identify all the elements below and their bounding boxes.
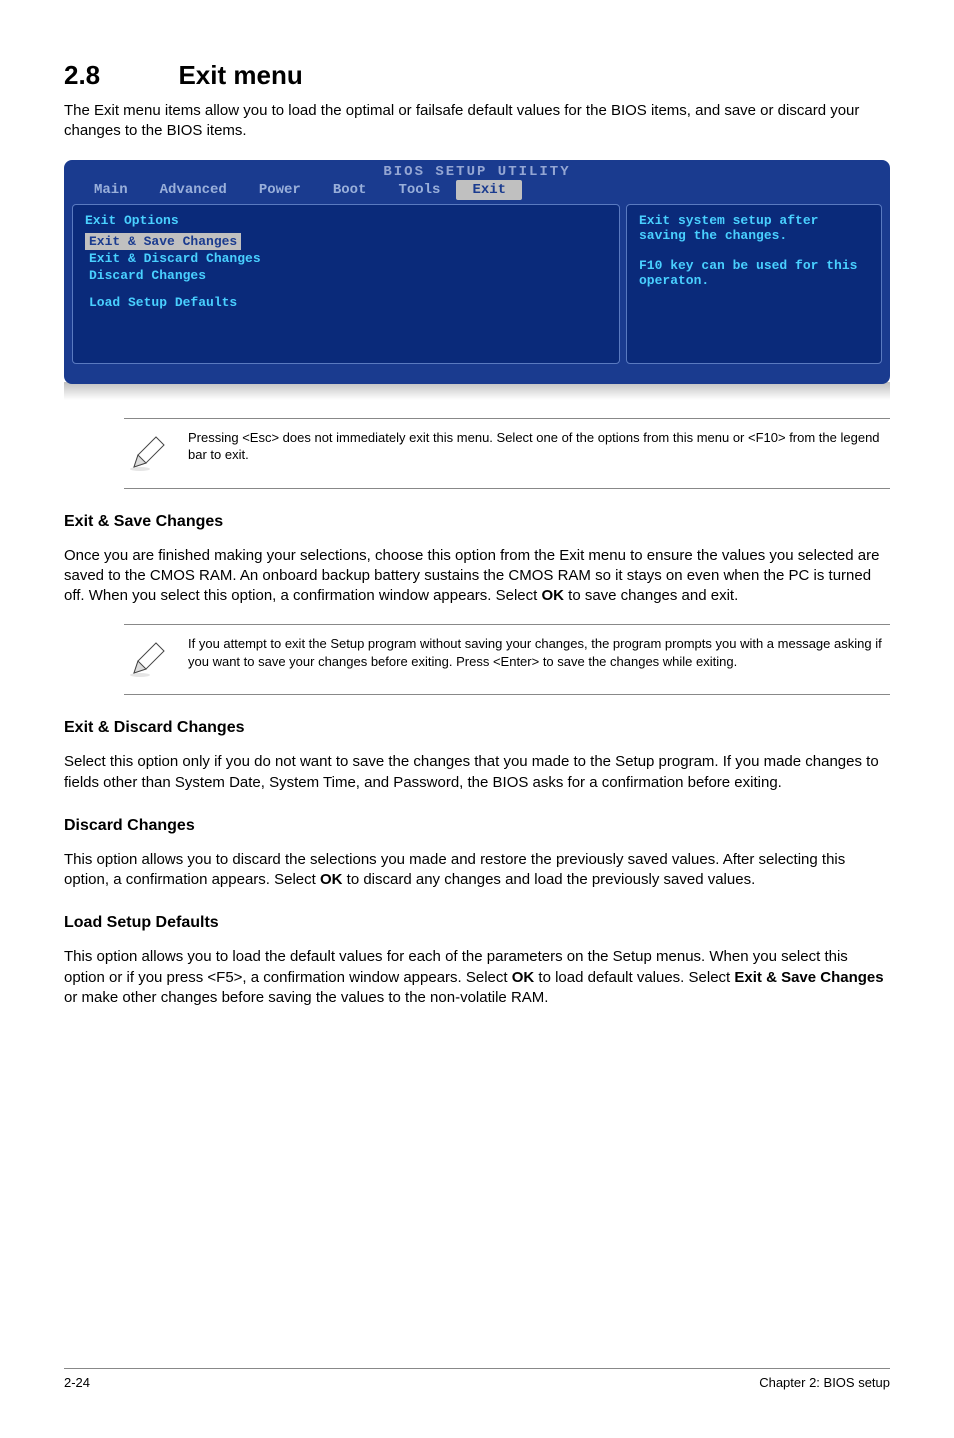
- heading-load-defaults: Load Setup Defaults: [64, 914, 890, 932]
- bios-help-panel: Exit system setup after saving the chang…: [626, 204, 882, 364]
- pencil-icon: [128, 639, 172, 684]
- note-box-1: Pressing <Esc> does not immediately exit…: [124, 418, 890, 489]
- bios-item-discard-exit: Exit & Discard Changes: [85, 250, 607, 267]
- body-exit-save: Once you are finished making your select…: [64, 546, 890, 607]
- bios-tab-boot: Boot: [317, 180, 383, 200]
- bios-item-save: Exit & Save Changes: [85, 233, 241, 250]
- bios-left-heading: Exit Options: [85, 213, 607, 228]
- bios-tab-power: Power: [243, 180, 317, 200]
- footer-chapter: Chapter 2: BIOS setup: [759, 1375, 890, 1390]
- bios-item-load-defaults: Load Setup Defaults: [85, 294, 607, 311]
- note-text-1: Pressing <Esc> does not immediately exit…: [188, 429, 890, 464]
- bios-tab-exit: Exit: [456, 180, 522, 200]
- footer-page-number: 2-24: [64, 1375, 90, 1390]
- note-text-2: If you attempt to exit the Setup program…: [188, 635, 890, 670]
- body-discard: This option allows you to discard the se…: [64, 850, 890, 891]
- bios-tab-advanced: Advanced: [144, 180, 243, 200]
- intro-paragraph: The Exit menu items allow you to load th…: [64, 101, 890, 142]
- heading-discard: Discard Changes: [64, 817, 890, 835]
- bios-tab-main: Main: [78, 180, 144, 200]
- bios-tab-bar: Main Advanced Power Boot Tools Exit: [64, 180, 890, 204]
- section-title: Exit menu: [178, 60, 302, 91]
- bios-screenshot: BIOS SETUP UTILITY Main Advanced Power B…: [64, 160, 890, 384]
- bios-item-discard: Discard Changes: [85, 267, 607, 284]
- page-footer: 2-24 Chapter 2: BIOS setup: [64, 1368, 890, 1390]
- body-load-defaults: This option allows you to load the defau…: [64, 947, 890, 1008]
- heading-exit-discard: Exit & Discard Changes: [64, 719, 890, 737]
- body-exit-discard: Select this option only if you do not wa…: [64, 752, 890, 793]
- heading-exit-save: Exit & Save Changes: [64, 513, 890, 531]
- section-header: 2.8 Exit menu: [64, 60, 890, 91]
- section-number: 2.8: [64, 60, 174, 91]
- bios-left-panel: Exit Options Exit & Save Changes Exit & …: [72, 204, 620, 364]
- bios-tab-tools: Tools: [382, 180, 456, 200]
- bios-title: BIOS SETUP UTILITY: [64, 160, 890, 180]
- bios-help-text: Exit system setup after saving the chang…: [639, 213, 857, 288]
- pencil-icon: [128, 433, 172, 478]
- note-box-2: If you attempt to exit the Setup program…: [124, 624, 890, 695]
